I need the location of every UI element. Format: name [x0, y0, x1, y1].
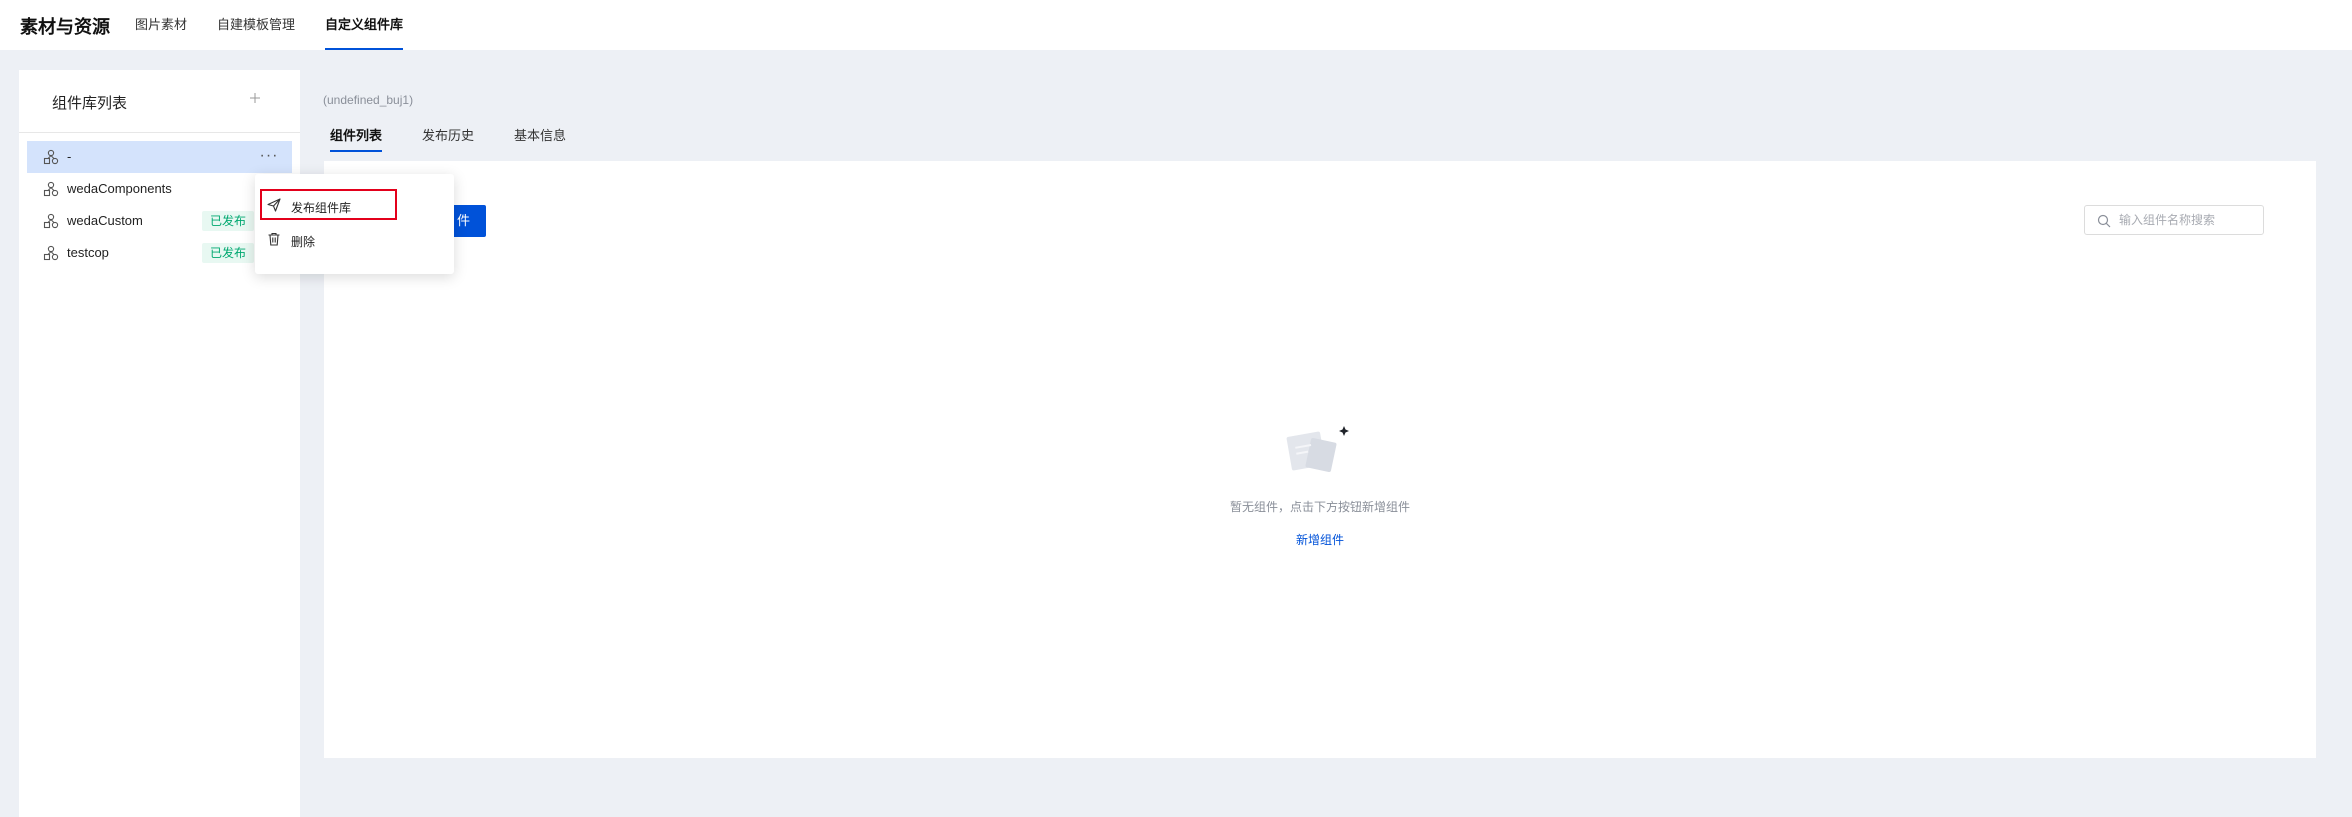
library-name: wedaComponents [67, 181, 172, 196]
library-name: testcop [67, 245, 109, 260]
sidebar-header: 组件库列表 [19, 70, 300, 133]
menu-item-publish-library[interactable]: 发布组件库 [255, 191, 454, 221]
sidebar-title: 组件库列表 [52, 95, 128, 112]
tab-custom-component-library[interactable]: 自定义组件库 [310, 0, 418, 50]
more-actions-icon[interactable]: ··· [257, 145, 281, 167]
empty-state-text: 暂无组件，点击下方按钮新增组件 [1229, 500, 1411, 514]
tab-template-management[interactable]: 自建模板管理 [202, 0, 310, 50]
component-icon [43, 245, 59, 261]
library-item[interactable]: wedaCustom 已发布 [27, 205, 292, 237]
tab-basic-info[interactable]: 基本信息 [514, 120, 566, 152]
menu-item-delete[interactable]: 删除 [255, 225, 454, 255]
library-name: wedaCustom [67, 213, 143, 228]
add-component-link[interactable]: 新增组件 [1296, 531, 1344, 548]
plus-icon [250, 93, 260, 103]
library-context-menu: 发布组件库 删除 [255, 174, 454, 274]
library-list: - ··· wedaComponents wedaCustom 已发布 test… [27, 141, 292, 269]
menu-item-label: 发布组件库 [291, 201, 352, 215]
trash-icon [268, 232, 280, 246]
library-item[interactable]: wedaComponents [27, 173, 292, 205]
library-item[interactable]: - ··· [27, 141, 292, 173]
search-input[interactable] [2119, 211, 2259, 229]
top-nav: 图片素材 自建模板管理 自定义组件库 [120, 0, 418, 50]
component-icon [43, 213, 59, 229]
published-badge: 已发布 [202, 211, 255, 231]
tab-component-list[interactable]: 组件列表 [330, 120, 383, 152]
search-icon [2097, 214, 2111, 228]
top-bar: 素材与资源 图片素材 自建模板管理 自定义组件库 [0, 0, 2352, 50]
published-badge: 已发布 [202, 243, 255, 263]
add-library-button[interactable] [245, 88, 265, 108]
empty-state-illustration-icon [1286, 426, 1349, 473]
menu-item-label: 删除 [291, 235, 316, 249]
component-icon [43, 149, 59, 165]
app-title: 素材与资源 [20, 17, 110, 37]
library-tabs: 组件列表 发布历史 基本信息 [330, 120, 606, 152]
library-name: - [67, 149, 72, 164]
tab-image-assets[interactable]: 图片素材 [120, 0, 202, 50]
library-item[interactable]: testcop 已发布 [27, 237, 292, 269]
library-id-breadcrumb: (undefined_buj1) [323, 93, 414, 107]
tab-publish-history[interactable]: 发布历史 [422, 120, 474, 152]
component-search[interactable] [2084, 205, 2264, 235]
send-icon [267, 198, 281, 212]
component-icon [43, 181, 59, 197]
